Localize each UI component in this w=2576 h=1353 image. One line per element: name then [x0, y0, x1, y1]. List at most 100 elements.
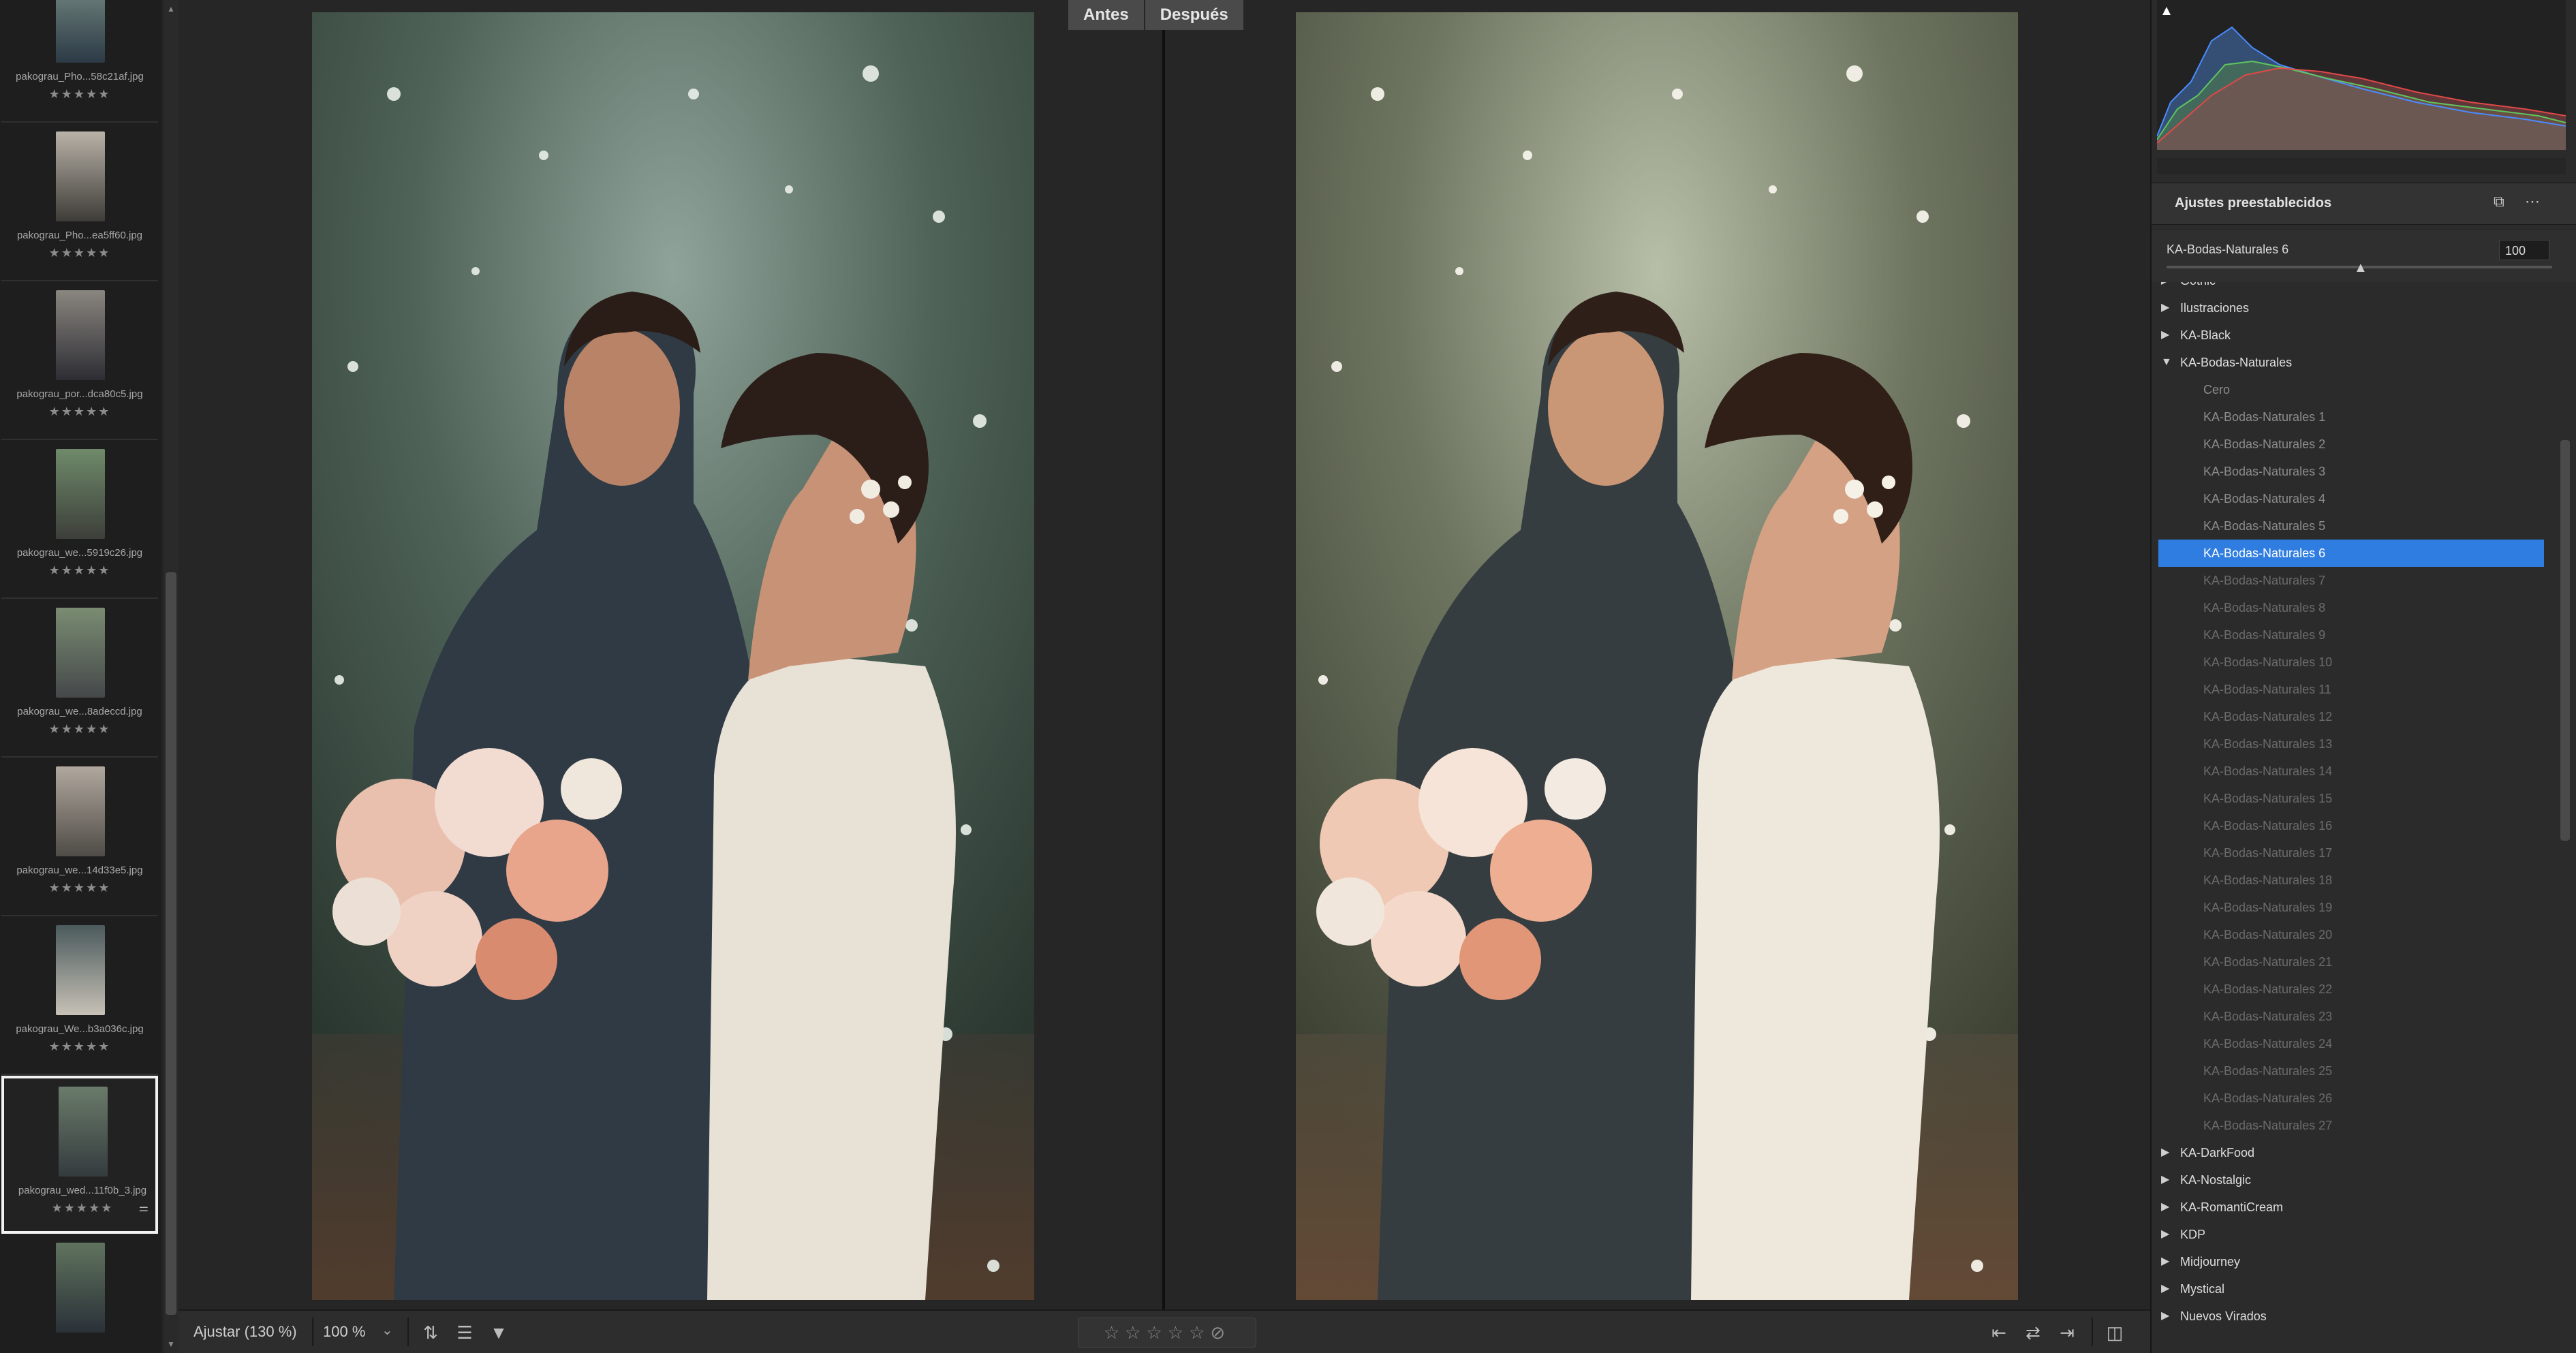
chevron-down-icon[interactable]: ⌄ — [382, 1322, 393, 1339]
scroll-down-icon[interactable]: ▼ — [167, 1339, 175, 1349]
filmstrip-item-rating[interactable]: ★★★★★ — [1, 722, 158, 736]
filmstrip-item[interactable] — [1, 1234, 158, 1353]
filmstrip-item[interactable]: pakograu_Pho...ea5ff60.jpg ★★★★★ — [1, 123, 158, 281]
preset-item[interactable]: KA-Bodas-Naturales 21 — [2152, 948, 2555, 976]
triangle-right-icon[interactable]: ▶ — [2161, 1139, 2169, 1166]
preset-item[interactable]: KA-Bodas-Naturales 11 — [2152, 676, 2555, 703]
panel-toggle-icon[interactable]: ◫ — [2101, 1319, 2128, 1346]
rating-control[interactable]: ☆☆☆☆☆⊘ — [1078, 1318, 1256, 1348]
preset-item[interactable]: KA-Bodas-Naturales 6 — [2158, 540, 2544, 567]
filmstrip-item-rating[interactable]: ★★★★★ — [1, 87, 158, 102]
after-button[interactable]: Después — [1145, 0, 1243, 30]
preset-item[interactable]: KA-Bodas-Naturales 25 — [2152, 1057, 2555, 1085]
filmstrip-item[interactable]: pakograu_We...b3a036c.jpg ★★★★★ — [1, 917, 158, 1075]
after-image[interactable] — [1296, 12, 2018, 1300]
preset-folder[interactable]: ▶ Ilustraciones — [2152, 294, 2555, 322]
preset-item[interactable]: KA-Bodas-Naturales 10 — [2152, 649, 2555, 676]
preset-folder[interactable]: ▶ KA-Nostalgic — [2152, 1166, 2555, 1194]
preset-folder[interactable]: ▶ Midjourney — [2152, 1248, 2555, 1275]
triangle-right-icon[interactable]: ▶ — [2161, 1275, 2169, 1303]
preset-folder[interactable]: ▶ KA-Black — [2152, 322, 2555, 349]
thumbnail-image[interactable] — [59, 1087, 108, 1177]
thumbnail-image[interactable] — [56, 0, 105, 63]
preset-folder[interactable]: ▼ KA-Bodas-Naturales — [2152, 349, 2555, 376]
preset-item[interactable]: KA-Bodas-Naturales 2 — [2152, 431, 2555, 458]
triangle-right-icon[interactable]: ▶ — [2161, 322, 2169, 349]
filmstrip-item[interactable]: pakograu_we...14d33e5.jpg ★★★★★ — [1, 758, 158, 916]
preset-folder[interactable]: ▶ Gothic — [2152, 282, 2555, 294]
thumbnail-image[interactable] — [56, 449, 105, 539]
preset-item[interactable]: KA-Bodas-Naturales 7 — [2152, 567, 2555, 594]
filmstrip-item-rating[interactable]: ★★★★★ — [4, 1201, 161, 1215]
preset-item[interactable]: KA-Bodas-Naturales 16 — [2152, 812, 2555, 839]
filmstrip-item-rating[interactable]: ★★★★★ — [1, 881, 158, 895]
rating-stars[interactable]: ☆☆☆☆☆ — [1104, 1322, 1211, 1343]
thumbnail-image[interactable] — [56, 1243, 105, 1333]
preset-item[interactable]: KA-Bodas-Naturales 24 — [2152, 1030, 2555, 1057]
preset-item[interactable]: KA-Bodas-Naturales 17 — [2152, 839, 2555, 867]
preset-item[interactable]: KA-Bodas-Naturales 26 — [2152, 1085, 2555, 1112]
preset-folder[interactable]: ▶ KA-DarkFood — [2152, 1139, 2555, 1166]
triangle-right-icon[interactable]: ▶ — [2161, 1194, 2169, 1221]
triangle-right-icon[interactable]: ▶ — [2161, 282, 2169, 294]
triangle-right-icon[interactable]: ▶ — [2161, 1248, 2169, 1275]
filmstrip-scrollbar[interactable]: ▲ ▼ — [164, 0, 179, 1353]
triangle-right-icon[interactable]: ▶ — [2161, 1221, 2169, 1248]
list-icon[interactable]: ☰ — [451, 1319, 478, 1346]
preset-item[interactable]: KA-Bodas-Naturales 12 — [2152, 703, 2555, 730]
preset-item[interactable]: KA-Bodas-Naturales 19 — [2152, 894, 2555, 921]
copy-settings-icon[interactable]: ⇥ — [2053, 1319, 2081, 1346]
zoom-value[interactable]: 100 % — [323, 1323, 365, 1341]
preset-folder[interactable]: ▶ Nuevos Virados — [2152, 1303, 2555, 1330]
split-divider[interactable] — [1162, 0, 1165, 1309]
preset-item[interactable]: KA-Bodas-Naturales 22 — [2152, 976, 2555, 1003]
preset-item[interactable]: KA-Bodas-Naturales 13 — [2152, 730, 2555, 758]
triangle-right-icon[interactable]: ▶ — [2161, 1303, 2169, 1330]
triangle-right-icon[interactable]: ▶ — [2161, 294, 2169, 322]
preset-item[interactable]: KA-Bodas-Naturales 9 — [2152, 621, 2555, 649]
filmstrip-item-rating[interactable]: ★★★★★ — [1, 563, 158, 578]
preset-item[interactable]: KA-Bodas-Naturales 15 — [2152, 785, 2555, 812]
preset-item[interactable]: KA-Bodas-Naturales 14 — [2152, 758, 2555, 785]
before-image[interactable] — [312, 12, 1034, 1300]
filmstrip-scroll-thumb[interactable] — [166, 572, 176, 1315]
fit-zoom-button[interactable]: Ajustar (130 %) — [193, 1323, 297, 1341]
triangle-right-icon[interactable]: ▶ — [2161, 1166, 2169, 1194]
preset-item[interactable]: KA-Bodas-Naturales 1 — [2152, 403, 2555, 431]
preset-list-scrollbar[interactable] — [2555, 282, 2575, 1353]
filmstrip-item-rating[interactable]: ★★★★★ — [1, 246, 158, 260]
thumbnail-image[interactable] — [56, 608, 105, 698]
preset-folder[interactable]: ▶ KDP — [2152, 1221, 2555, 1248]
reject-icon[interactable]: ⊘ — [1210, 1322, 1230, 1343]
preset-item[interactable]: KA-Bodas-Naturales 20 — [2152, 921, 2555, 948]
preset-folder[interactable]: ▶ Mystical — [2152, 1275, 2555, 1303]
swap-icon[interactable]: ⇄ — [2019, 1319, 2047, 1346]
preset-item[interactable]: Cero — [2152, 376, 2555, 403]
scroll-up-icon[interactable]: ▲ — [167, 4, 175, 14]
preset-item[interactable]: KA-Bodas-Naturales 8 — [2152, 594, 2555, 621]
thumbnail-image[interactable] — [56, 766, 105, 856]
filmstrip-item-rating[interactable]: ★★★★★ — [1, 1040, 158, 1054]
triangle-down-icon[interactable]: ▼ — [2161, 349, 2172, 376]
filmstrip-item[interactable]: pakograu_por...dca80c5.jpg ★★★★★ — [1, 282, 158, 440]
preset-item[interactable]: KA-Bodas-Naturales 3 — [2152, 458, 2555, 485]
preset-item[interactable]: KA-Bodas-Naturales 23 — [2152, 1003, 2555, 1030]
preset-item[interactable]: KA-Bodas-Naturales 5 — [2152, 512, 2555, 540]
thumbnail-image[interactable] — [56, 131, 105, 221]
thumbnail-image[interactable] — [56, 290, 105, 380]
filmstrip-item[interactable]: pakograu_we...8adeccd.jpg ★★★★★ — [1, 600, 158, 758]
new-preset-icon[interactable]: ⧉ — [2494, 193, 2504, 211]
thumbnail-image[interactable] — [56, 925, 105, 1015]
filter-icon[interactable]: ▼ — [485, 1319, 512, 1346]
preset-list-scroll-thumb[interactable] — [2560, 440, 2570, 841]
more-options-icon[interactable]: ⋯ — [2525, 193, 2540, 211]
preset-amount-input[interactable]: 100 — [2499, 240, 2549, 260]
preset-item[interactable]: KA-Bodas-Naturales 27 — [2152, 1112, 2555, 1139]
filmstrip-item[interactable]: pakograu_we...5919c26.jpg ★★★★★ — [1, 441, 158, 599]
before-button[interactable]: Antes — [1068, 0, 1144, 30]
compare-split-icon[interactable]: ⇤ — [1985, 1319, 2013, 1346]
filmstrip-item[interactable]: pakograu_wed...11f0b_3.jpg ★★★★★ ⚌ — [1, 1076, 158, 1234]
slider-handle-icon[interactable]: ▲ — [2354, 260, 2368, 276]
preset-folder[interactable]: ▶ KA-RomantiCream — [2152, 1194, 2555, 1221]
preset-item[interactable]: KA-Bodas-Naturales 4 — [2152, 485, 2555, 512]
